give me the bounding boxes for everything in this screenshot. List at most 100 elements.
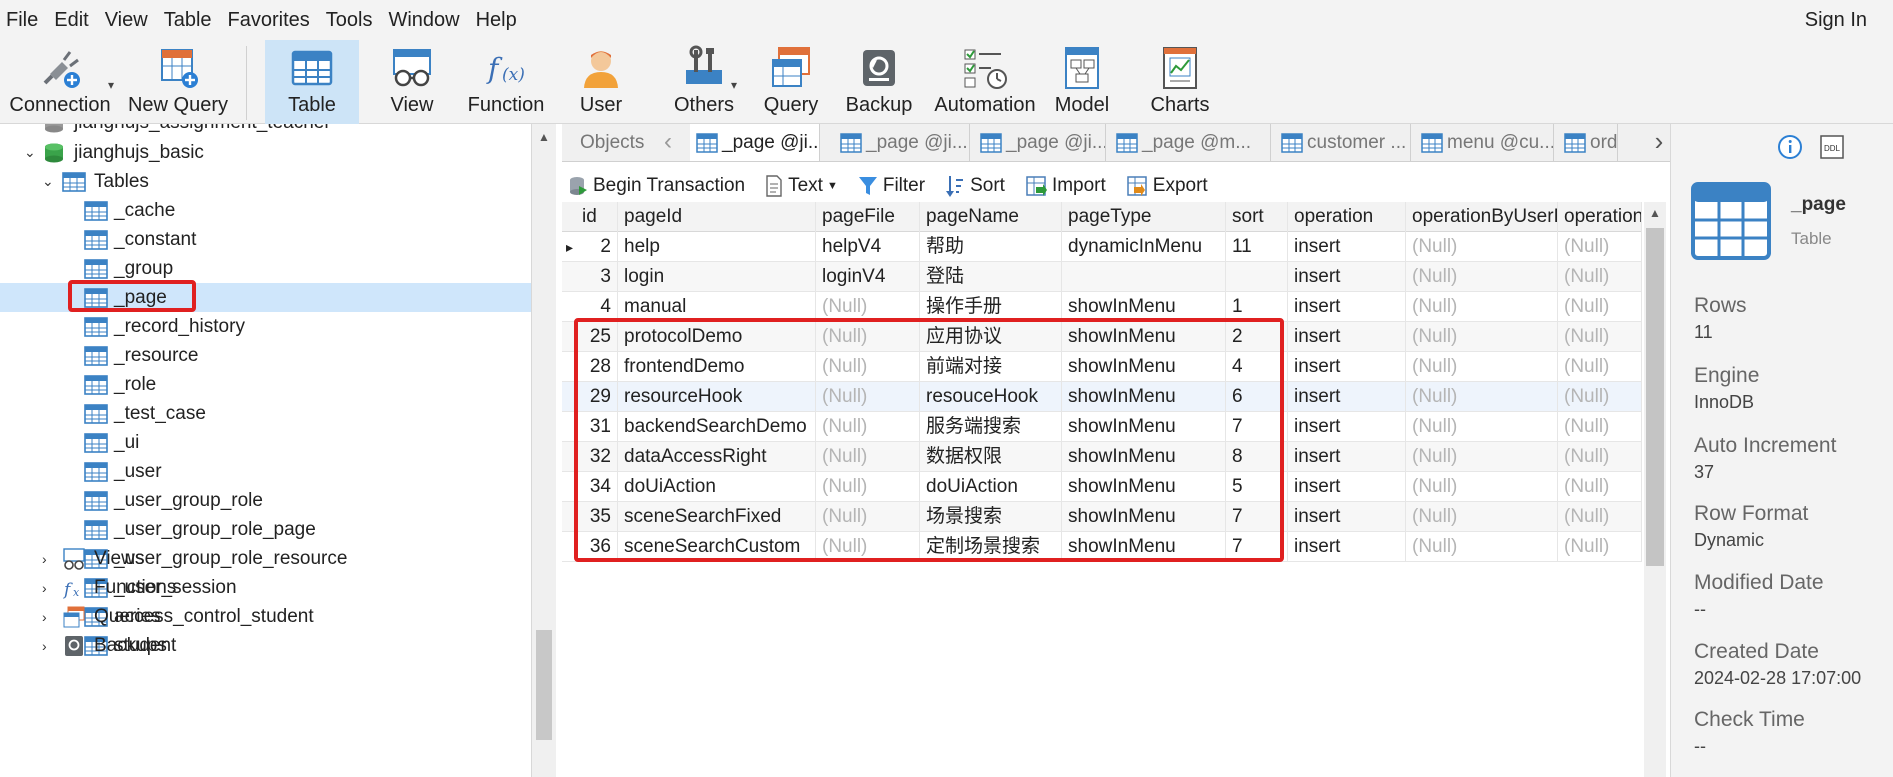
- cell-operation[interactable]: insert: [1288, 322, 1406, 352]
- cell-sort[interactable]: 7: [1226, 412, 1288, 442]
- tree-item-table-role[interactable]: _role: [0, 370, 531, 399]
- cell-pageid[interactable]: help: [618, 232, 816, 262]
- cell-pagename[interactable]: 登陆: [920, 262, 1062, 292]
- tree-item-table-page[interactable]: _page: [0, 283, 531, 312]
- cell-pageid[interactable]: dataAccessRight: [618, 442, 816, 472]
- cell-id[interactable]: 29: [562, 382, 618, 412]
- cell-pagefile[interactable]: (Null): [816, 292, 920, 322]
- menu-table[interactable]: Table: [158, 0, 222, 40]
- cell-pageid[interactable]: sceneSearchCustom: [618, 532, 816, 562]
- tree-item-partial[interactable]: jianghujs_assignment_teacher: [0, 124, 531, 137]
- cell-sort[interactable]: 11: [1226, 232, 1288, 262]
- tab-objects[interactable]: Objects: [562, 124, 660, 161]
- cell-pagetype[interactable]: showInMenu: [1062, 292, 1226, 322]
- export-button[interactable]: Export: [1126, 175, 1208, 197]
- cell-pagename[interactable]: 定制场景搜索: [920, 532, 1062, 562]
- tab-4[interactable]: _page @m...: [1110, 124, 1271, 161]
- chevron-icon[interactable]: ⌄: [24, 144, 36, 161]
- cell-pagetype[interactable]: showInMenu: [1062, 442, 1226, 472]
- cell-operation[interactable]: insert: [1288, 412, 1406, 442]
- column-header-id[interactable]: id: [562, 202, 618, 232]
- column-header-pagefile[interactable]: pageFile: [816, 202, 920, 232]
- toolbar-connection-button[interactable]: Connection: [8, 40, 112, 124]
- menu-view[interactable]: View: [99, 0, 158, 40]
- tree-item-table-test-case[interactable]: _test_case: [0, 399, 531, 428]
- cell-pagetype[interactable]: showInMenu: [1062, 382, 1226, 412]
- toolbar-backup-button[interactable]: Backup: [846, 40, 912, 124]
- tree-item-table-user[interactable]: _user: [0, 457, 531, 486]
- cell-pagefile[interactable]: (Null): [816, 442, 920, 472]
- cell-id[interactable]: 31: [562, 412, 618, 442]
- table-row[interactable]: 3 login loginV4 登陆 insert (Null) (Null): [562, 262, 1642, 292]
- cell-sort[interactable]: 1: [1226, 292, 1288, 322]
- table-row[interactable]: 25 protocolDemo (Null) 应用协议 showInMenu 2 inser…: [562, 322, 1642, 352]
- menu-favorites[interactable]: Favorites: [222, 0, 320, 40]
- cell-operation[interactable]: (Null): [1558, 382, 1642, 412]
- tab-1[interactable]: _page @ji...: [690, 124, 820, 161]
- cell-operation[interactable]: (Null): [1558, 472, 1642, 502]
- toolbar-user-button[interactable]: User: [568, 40, 634, 124]
- cell-pageid[interactable]: backendSearchDemo: [618, 412, 816, 442]
- cell-pageid[interactable]: frontendDemo: [618, 352, 816, 382]
- toolbar-automation-button[interactable]: Automation: [930, 40, 1040, 124]
- cell-pagetype[interactable]: showInMenu: [1062, 322, 1226, 352]
- cell-id[interactable]: 32: [562, 442, 618, 472]
- cell-pagetype[interactable]: showInMenu: [1062, 532, 1226, 562]
- cell-pagetype[interactable]: showInMenu: [1062, 412, 1226, 442]
- tree-item-functions[interactable]: › f x Functions: [0, 573, 531, 602]
- cell-pageid[interactable]: manual: [618, 292, 816, 322]
- cell-operationbyuseri[interactable]: (Null): [1406, 292, 1558, 322]
- ddl-icon[interactable]: DDL: [1819, 134, 1845, 160]
- tree-item-queries[interactable]: › Queries: [0, 602, 531, 631]
- menu-file[interactable]: File: [0, 0, 48, 40]
- filter-button[interactable]: Filter: [858, 175, 925, 197]
- others-dropdown-icon[interactable]: ▾: [731, 78, 737, 92]
- tab-7[interactable]: orde: [1558, 124, 1618, 161]
- tree-item-backups[interactable]: › Backups: [0, 631, 531, 660]
- table-row[interactable]: 29 resourceHook (Null) resouceHook showInMen…: [562, 382, 1642, 412]
- cell-sort[interactable]: 8: [1226, 442, 1288, 472]
- table-row[interactable]: 31 backendSearchDemo (Null) 服务端搜索 showInMenu…: [562, 412, 1642, 442]
- cell-sort[interactable]: 7: [1226, 532, 1288, 562]
- cell-pageid[interactable]: doUiAction: [618, 472, 816, 502]
- table-row[interactable]: 28 frontendDemo (Null) 前端对接 showInMenu 4 inser…: [562, 352, 1642, 382]
- cell-operationbyuseri[interactable]: (Null): [1406, 472, 1558, 502]
- tab-2[interactable]: _page @ji...: [834, 124, 970, 161]
- cell-pagename[interactable]: 场景搜索: [920, 502, 1062, 532]
- tree-scroll-thumb[interactable]: [536, 630, 552, 740]
- cell-pagefile[interactable]: helpV4: [816, 232, 920, 262]
- tree-item-views[interactable]: › Views: [0, 544, 531, 573]
- cell-operation[interactable]: insert: [1288, 442, 1406, 472]
- cell-operation[interactable]: (Null): [1558, 502, 1642, 532]
- cell-operationbyuseri[interactable]: (Null): [1406, 352, 1558, 382]
- tab-6[interactable]: menu @cu...: [1415, 124, 1554, 161]
- cell-operation[interactable]: (Null): [1558, 292, 1642, 322]
- cell-operation[interactable]: insert: [1288, 262, 1406, 292]
- cell-operation[interactable]: (Null): [1558, 232, 1642, 262]
- cell-pagename[interactable]: 前端对接: [920, 352, 1062, 382]
- cell-operationbyuseri[interactable]: (Null): [1406, 442, 1558, 472]
- cell-operationbyuseri[interactable]: (Null): [1406, 232, 1558, 262]
- cell-operationbyuseri[interactable]: (Null): [1406, 262, 1558, 292]
- cell-operation[interactable]: insert: [1288, 232, 1406, 262]
- cell-sort[interactable]: 6: [1226, 382, 1288, 412]
- cell-operation[interactable]: (Null): [1558, 352, 1642, 382]
- cell-pageid[interactable]: login: [618, 262, 816, 292]
- cell-pagetype[interactable]: dynamicInMenu: [1062, 232, 1226, 262]
- table-row[interactable]: 36 sceneSearchCustom (Null) 定制场景搜索 showInMen…: [562, 532, 1642, 562]
- cell-pageid[interactable]: resourceHook: [618, 382, 816, 412]
- toolbar-view-button[interactable]: View: [376, 40, 448, 124]
- cell-pagefile[interactable]: (Null): [816, 472, 920, 502]
- cell-sort[interactable]: 7: [1226, 502, 1288, 532]
- tab-3[interactable]: _page @ji...: [974, 124, 1106, 161]
- cell-pagename[interactable]: 数据权限: [920, 442, 1062, 472]
- cell-operation[interactable]: (Null): [1558, 322, 1642, 352]
- cell-pageid[interactable]: protocolDemo: [618, 322, 816, 352]
- tree-item-table-resource[interactable]: _resource: [0, 341, 531, 370]
- cell-pagetype[interactable]: showInMenu: [1062, 352, 1226, 382]
- cell-pagename[interactable]: 帮助: [920, 232, 1062, 262]
- tree-item-table-record-history[interactable]: _record_history: [0, 312, 531, 341]
- cell-id[interactable]: 2: [562, 232, 618, 262]
- cell-operation[interactable]: (Null): [1558, 532, 1642, 562]
- cell-pagetype[interactable]: showInMenu: [1062, 502, 1226, 532]
